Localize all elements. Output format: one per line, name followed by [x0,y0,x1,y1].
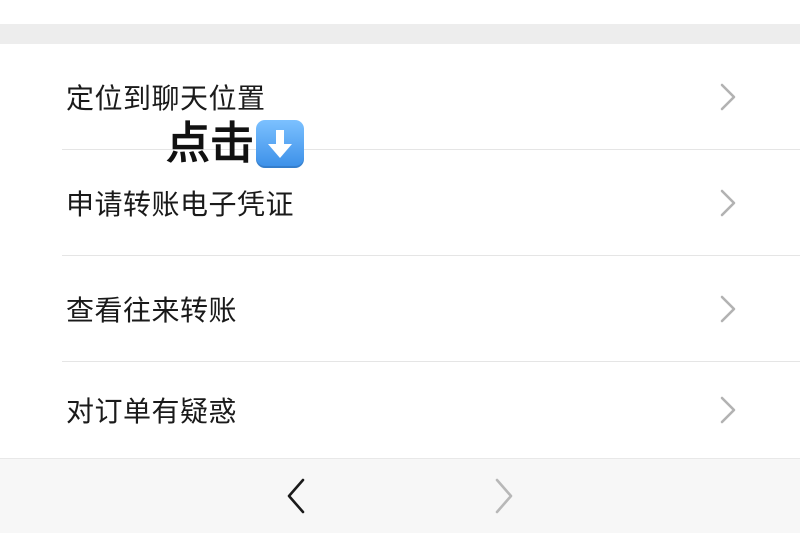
menu-item-transfer-voucher[interactable]: 申请转账电子凭证 [0,150,800,256]
menu-item-label: 申请转账电子凭证 [66,188,295,221]
chevron-right-icon [720,83,736,111]
arrow-down-box-icon [256,120,304,168]
menu-item-label: 对订单有疑惑 [66,395,238,428]
back-button[interactable] [278,474,314,518]
chevron-right-icon [720,295,736,323]
chevron-right-icon [495,478,513,514]
menu-list: 定位到聊天位置 申请转账电子凭证 查看往来转账 对订单有疑惑 [0,44,800,458]
menu-item-label: 定位到聊天位置 [66,82,266,115]
top-area [0,0,800,24]
bottom-nav-bar [0,458,800,533]
menu-item-label: 查看往来转账 [66,294,238,327]
menu-item-order-question[interactable]: 对订单有疑惑 [0,362,800,458]
menu-item-locate-chat[interactable]: 定位到聊天位置 [0,44,800,150]
chevron-right-icon [720,189,736,217]
click-annotation: 点击 [166,118,304,170]
annotation-text: 点击 [166,118,254,169]
section-separator [0,24,800,44]
chevron-right-icon [720,396,736,424]
menu-item-view-transfers[interactable]: 查看往来转账 [0,256,800,362]
chevron-left-icon [287,478,305,514]
forward-button[interactable] [486,474,522,518]
